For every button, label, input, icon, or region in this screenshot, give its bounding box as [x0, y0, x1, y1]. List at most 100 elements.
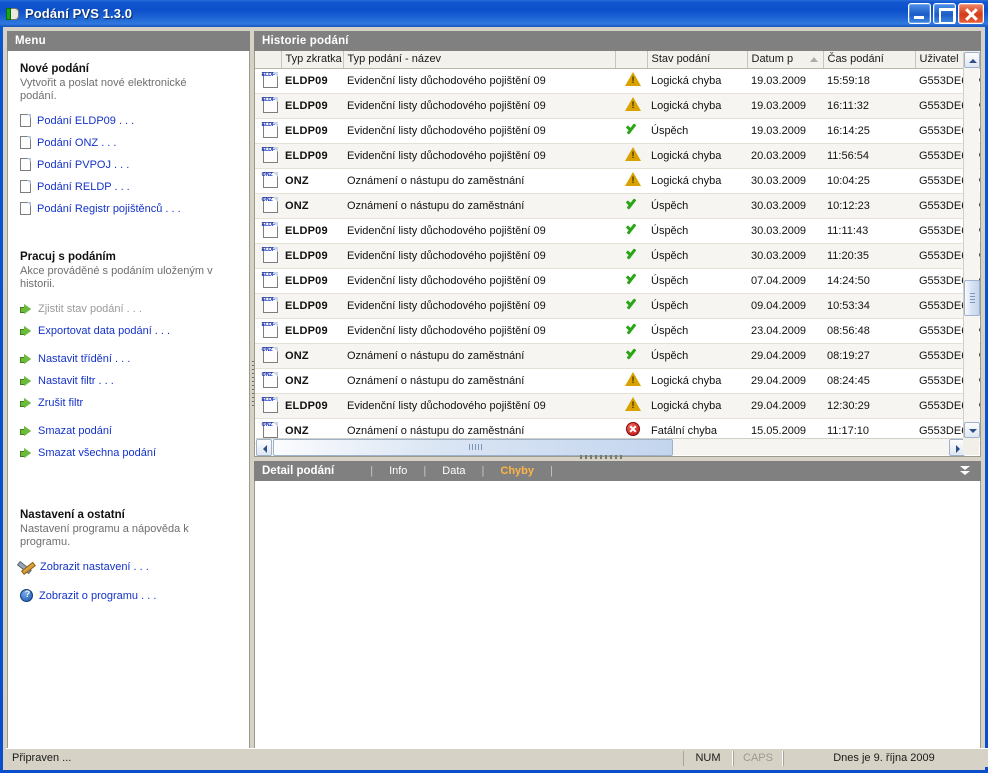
- cell-status-icon: [615, 143, 647, 169]
- col-header-typ-podani-nazev[interactable]: Typ podání - název: [343, 51, 616, 69]
- sidebar-item-zobrazit-nastaveni[interactable]: Zobrazit nastavení . . .: [20, 559, 239, 574]
- cell-cas-podani: 10:04:25: [823, 168, 915, 194]
- cell-typ-podani-nazev: Evidenční listy důchodového pojištění 09: [343, 68, 615, 94]
- warning-icon: [625, 372, 641, 386]
- sidebar-item-podani-registr-pojistencu[interactable]: Podání Registr pojištěnců . . .: [20, 201, 239, 216]
- scroll-up-button[interactable]: [964, 52, 980, 68]
- sidebar-item-label: Exportovat data podání . . .: [38, 324, 171, 337]
- scrollbar-corner: [963, 438, 979, 455]
- tab-separator: |: [481, 465, 485, 477]
- col-header-stav-podani[interactable]: Stav podání: [647, 51, 748, 69]
- detail-header: Detail podání | Info | Data | Chyby |: [254, 455, 981, 481]
- sidebar-item-podani-onz[interactable]: Podání ONZ . . .: [20, 135, 239, 150]
- tab-info[interactable]: Info: [387, 465, 409, 477]
- app-icon: [5, 6, 21, 22]
- table-row[interactable]: ONZ ONZ Oznámení o nástupu do zaměstnání Ús…: [255, 193, 980, 219]
- cell-datum-podani: 19.03.2009: [747, 118, 823, 144]
- minimize-button[interactable]: [908, 3, 931, 24]
- scroll-down-button[interactable]: [964, 422, 980, 438]
- sidebar-item-zrusit-filtr[interactable]: Zrušit filtr: [20, 395, 239, 410]
- col-header-status-icon[interactable]: [615, 51, 648, 69]
- cell-typ-zkratka: ELDP09: [281, 218, 343, 244]
- tab-chyby[interactable]: Chyby: [498, 465, 536, 477]
- success-icon: [625, 347, 641, 361]
- history-table-body: ELDP ELDP09 Evidenční listy důchodového po…: [255, 68, 980, 444]
- document-type-icon-label: ELDP: [261, 271, 276, 278]
- sidebar-item-nastavit-filtr[interactable]: Nastavit filtr . . .: [20, 373, 239, 388]
- table-row[interactable]: ELDP ELDP09 Evidenční listy důchodového po…: [255, 393, 980, 419]
- col-header-cas-podani[interactable]: Čas podání: [823, 51, 916, 69]
- table-row[interactable]: ELDP ELDP09 Evidenční listy důchodového po…: [255, 218, 980, 244]
- document-type-icon: ELDP: [262, 396, 278, 413]
- cell-typ-podani-nazev: Oznámení o nástupu do zaměstnání: [343, 168, 615, 194]
- sidebar-item-podani-reldp[interactable]: Podání RELDP . . .: [20, 179, 239, 194]
- cell-datum-podani: 30.03.2009: [747, 168, 823, 194]
- col-header-typ-zkratka[interactable]: Typ zkratka: [281, 51, 344, 69]
- sidebar-item-smazat-podani[interactable]: Smazat podání: [20, 423, 239, 438]
- history-vertical-scrollbar[interactable]: [963, 52, 980, 438]
- col-header-icon[interactable]: [255, 51, 282, 69]
- sidebar-item-zjistit-stav-podani[interactable]: Zjistit stav podání . . .: [20, 301, 239, 316]
- document-type-icon-label: ELDP: [261, 321, 276, 328]
- table-row[interactable]: ELDP ELDP09 Evidenční listy důchodového po…: [255, 318, 980, 344]
- cell-datum-podani: 30.03.2009: [747, 243, 823, 269]
- cell-typ-zkratka: ELDP09: [281, 118, 343, 144]
- table-row[interactable]: ELDP ELDP09 Evidenční listy důchodového po…: [255, 93, 980, 119]
- col-header-label: Datum p: [751, 53, 794, 66]
- tab-data[interactable]: Data: [440, 465, 467, 477]
- history-horizontal-scrollbar[interactable]: [256, 438, 965, 456]
- sidebar-item-podani-pvpoj[interactable]: Podání PVPOJ . . .: [20, 157, 239, 172]
- green-arrow-icon: [20, 425, 32, 437]
- table-row[interactable]: ONZONZOznámení o nástupu do zaměstnáníLo…: [255, 368, 980, 394]
- warning-icon: [625, 97, 641, 111]
- table-row[interactable]: ELDP ELDP09 Evidenční listy důchodového po…: [255, 268, 980, 294]
- table-row[interactable]: ELDP ELDP09 Evidenční listy důchodového po…: [255, 243, 980, 269]
- success-icon: [625, 272, 641, 286]
- double-chevron-down-icon[interactable]: [957, 463, 973, 479]
- table-row[interactable]: ELDP ELDP09 Evidenční listy důchodového po…: [255, 293, 980, 319]
- document-type-icon-label: ONZ: [261, 346, 273, 353]
- sidebar-item-nastavit-trideni[interactable]: Nastavit třídění . . .: [20, 351, 239, 366]
- horizontal-scrollbar-thumb[interactable]: [273, 439, 673, 456]
- cell-stav-podani: Úspěch: [647, 118, 747, 144]
- table-row[interactable]: ELDP ELDP09 Evidenční listy důchodového po…: [255, 68, 980, 94]
- document-type-icon-label: ONZ: [261, 196, 273, 203]
- cell-stav-podani: Úspěch: [647, 293, 747, 319]
- document-type-icon: ELDP: [261, 321, 278, 338]
- history-panel: Historie podání Typ zkratka Typ podání -…: [254, 31, 981, 457]
- vertical-scrollbar-thumb[interactable]: [964, 280, 980, 316]
- sidebar-item-zobrazit-o-programu[interactable]: Zobrazit o programu . . .: [20, 588, 239, 603]
- cell-type-icon: ONZ: [255, 343, 281, 369]
- document-icon: [20, 114, 31, 127]
- tab-separator: |: [370, 465, 374, 477]
- cell-typ-zkratka: ELDP09: [281, 318, 343, 344]
- green-arrow-icon: [20, 353, 32, 365]
- document-type-icon-label: ELDP: [261, 121, 276, 128]
- table-row[interactable]: ONZ ONZ Oznámení o nástupu do zaměstnání Ús…: [255, 343, 980, 369]
- document-type-icon: ELDP: [262, 221, 278, 238]
- cell-stav-podani: Úspěch: [647, 268, 747, 294]
- history-header-label: Historie podání: [262, 35, 349, 47]
- status-date: Dnes je 9. října 2009: [783, 750, 988, 766]
- sidebar-item-podani-eldp09[interactable]: Podání ELDP09 . . .: [20, 113, 239, 128]
- maximize-button[interactable]: [933, 3, 956, 24]
- history-grid-container[interactable]: Typ zkratka Typ podání - název Stav podá…: [254, 51, 981, 457]
- green-arrow-icon: [20, 397, 32, 409]
- document-type-icon: ONZ: [262, 371, 278, 388]
- cell-type-icon: ELDP: [255, 393, 281, 419]
- sidebar-item-smazat-vsechna-podani[interactable]: Smazat všechna podání: [20, 445, 239, 460]
- title-bar[interactable]: Podání PVS 1.3.0: [0, 0, 988, 27]
- scroll-left-button[interactable]: [256, 439, 272, 456]
- document-type-icon-label: ELDP: [261, 71, 276, 78]
- cell-status-icon: [615, 243, 647, 269]
- close-button[interactable]: [958, 3, 984, 24]
- table-row[interactable]: ONZONZOznámení o nástupu do zaměstnáníLo…: [255, 168, 980, 194]
- table-row[interactable]: ELDP ELDP09 Evidenční listy důchodového po…: [255, 118, 980, 144]
- col-header-datum-podani[interactable]: Datum p: [747, 51, 824, 69]
- sidebar-item-label: Podání RELDP . . .: [37, 180, 130, 193]
- cell-type-icon: ELDP: [255, 143, 281, 169]
- table-row[interactable]: ELDP ELDP09 Evidenční listy důchodového po…: [255, 143, 980, 169]
- sidebar-item-exportovat-data-podani[interactable]: Exportovat data podání . . .: [20, 323, 239, 338]
- right-column: Historie podání Typ zkratka Typ podání -…: [254, 31, 981, 754]
- detail-resize-grip[interactable]: [579, 455, 622, 459]
